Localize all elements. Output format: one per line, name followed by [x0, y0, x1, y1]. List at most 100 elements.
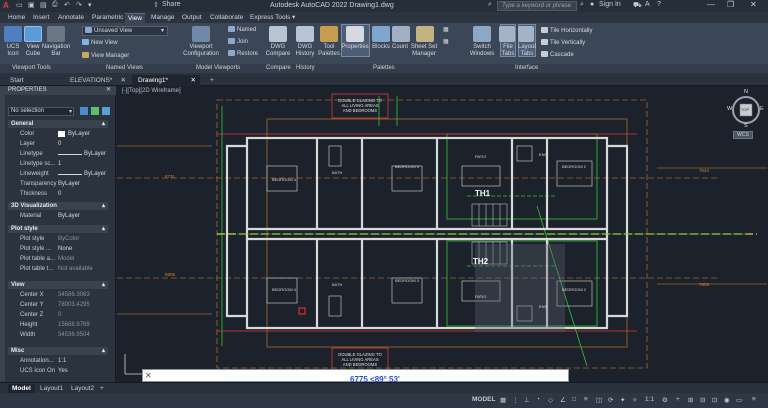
tab-view[interactable]: View [125, 13, 145, 23]
share-button[interactable]: Share [162, 1, 181, 8]
section-view[interactable]: View ▴ [8, 281, 108, 289]
prop-row[interactable]: Layer 0 [8, 139, 108, 149]
viewport-configuration-button[interactable]: Viewport Configuration [180, 44, 222, 58]
tab-insert[interactable]: Insert [30, 13, 52, 22]
drawing-canvas[interactable]: DOUBLE GLAZING TO ALL LIVING AREAS AND B… [117, 86, 768, 382]
cascade-button[interactable]: Cascade [541, 51, 574, 59]
navigation-bar-button[interactable]: Navigation Bar [40, 44, 72, 58]
named-view-dropdown[interactable]: Unsaved View ▾ [82, 26, 168, 36]
panel-title-viewport-tools[interactable]: Viewport Tools [12, 65, 51, 71]
tool-palettes-icon[interactable] [320, 26, 338, 42]
share-icon[interactable]: ⇧ [153, 1, 159, 9]
clean-screen-icon[interactable]: ▭ [736, 396, 742, 404]
view-manager-button[interactable]: View Manager [82, 52, 129, 60]
layout-tabs-button[interactable]: Layout Tabs [516, 44, 538, 58]
sign-in-button[interactable]: Sign In [599, 1, 621, 8]
ucs-icon-icon[interactable] [4, 26, 22, 42]
selection-dropdown[interactable]: No selection [8, 107, 74, 116]
prop-row[interactable]: Linetype sc... 1 [8, 159, 108, 169]
prop-row[interactable]: Material ByLayer [8, 211, 108, 221]
annotation-visibility-icon[interactable]: ✦ [620, 396, 625, 404]
autodesk-a360-icon[interactable]: A [645, 1, 650, 8]
tab-output[interactable]: Output [179, 13, 205, 22]
search-icon[interactable]: ⌕ [580, 1, 584, 9]
object-snap-icon[interactable]: □ [572, 396, 576, 403]
compass-east[interactable]: E [760, 106, 764, 112]
ribbon-minimize-icon[interactable]: ▾ [289, 13, 298, 22]
chevron-down-icon[interactable]: ▾ [69, 108, 72, 115]
file-tabs-button[interactable]: File Tabs [499, 44, 517, 58]
sheet-set-manager-button[interactable]: Sheet Set Manager [408, 44, 440, 58]
prop-row[interactable]: Width 34536.9504 [8, 330, 108, 340]
lock-ui-icon[interactable]: ⊡ [712, 396, 717, 404]
prop-row[interactable]: Transparency ByLayer [8, 179, 108, 189]
tab-parametric[interactable]: Parametric [89, 13, 126, 22]
polar-icon[interactable]: ◔ [536, 396, 540, 403]
prop-row[interactable]: Annotation... 1:1 [8, 356, 108, 366]
panel-title-model-viewports[interactable]: Model Viewports [196, 65, 240, 71]
section-general[interactable]: General ▴ [8, 120, 108, 128]
tool-palettes-button[interactable]: Tool Palettes [316, 44, 342, 58]
prop-row[interactable]: Center Y 78003.4295 [8, 300, 108, 310]
sheet-set-manager-icon[interactable] [416, 26, 434, 42]
tab-collaborate[interactable]: Collaborate [207, 13, 246, 22]
section-plot-style[interactable]: Plot style ▴ [8, 225, 108, 233]
auto-scale-icon[interactable]: ✧ [632, 396, 637, 404]
units-icon[interactable]: ⊞ [688, 396, 693, 404]
annotation-scale-button[interactable]: 1:1 [645, 396, 654, 403]
properties-header[interactable]: PROPERTIES [0, 86, 116, 95]
compass-west[interactable]: W [727, 106, 732, 112]
osnap-tracking-icon[interactable]: ∠ [560, 396, 566, 404]
minimize-button[interactable]: — [707, 0, 715, 9]
compass-south[interactable]: S [744, 123, 748, 129]
isodraft-icon[interactable]: ◇ [548, 396, 553, 404]
plot-icon[interactable]: ⎙ [52, 1, 58, 9]
prop-row[interactable]: Thickness 0 [8, 189, 108, 199]
prop-row[interactable]: Plot style ... None [8, 244, 108, 254]
navigation-bar-icon[interactable] [47, 26, 65, 42]
undo-icon[interactable]: ↶ [64, 1, 70, 9]
section-3d-visualization[interactable]: 3D Visualization ▴ [8, 202, 108, 210]
prop-row[interactable]: Linetype ByLayer [8, 149, 108, 159]
layout-tab-model[interactable]: Model [8, 384, 35, 393]
redo-icon[interactable]: ↷ [76, 1, 82, 9]
new-view-button[interactable]: New View [82, 39, 118, 47]
view-cube-icon[interactable] [24, 26, 42, 42]
cart-icon[interactable]: ⛟ [633, 1, 642, 10]
wcs-menu[interactable]: WCS [733, 131, 753, 139]
dwg-history-icon[interactable] [296, 26, 314, 42]
switch-windows-icon[interactable] [473, 26, 491, 42]
join-button[interactable]: Join [228, 38, 248, 46]
quick-properties-icon[interactable]: ⊟ [700, 396, 705, 404]
layout-tab-layout1[interactable]: Layout1 [36, 384, 67, 393]
dwg-compare-button[interactable]: DWG Compare [264, 44, 292, 58]
view-cube[interactable]: N S E W TOP [727, 89, 765, 130]
prop-row[interactable]: Plot table a... Model [8, 254, 108, 264]
save-as-icon[interactable]: ▤ [40, 1, 47, 9]
dwg-compare-icon[interactable] [269, 26, 287, 42]
restore-button[interactable]: ❐ [727, 0, 734, 9]
prop-row[interactable]: Plot table t... Not available [8, 264, 108, 274]
prop-row[interactable]: Lineweight ByLayer [8, 169, 108, 179]
open-icon[interactable]: ▭ [16, 1, 23, 9]
panel-title-named-views[interactable]: Named Views [106, 65, 143, 71]
new-tab-icon[interactable]: + [204, 75, 220, 86]
tab-express-tools[interactable]: Express Tools [247, 13, 293, 22]
file-tab-elevations[interactable]: ELEVATIONS* ✕ [64, 75, 130, 86]
palette-close-icon[interactable]: ✕ [106, 86, 111, 93]
palettes-extra-icon[interactable]: ▦ [443, 38, 449, 46]
quick-select-icon[interactable] [102, 107, 110, 115]
grid-icon[interactable]: ▦ [500, 396, 506, 404]
save-icon[interactable]: ▣ [28, 1, 35, 9]
floor-plan-drawing[interactable]: DOUBLE GLAZING TO ALL LIVING AREAS AND B… [117, 86, 768, 382]
prop-row[interactable]: Height 15688.9769 [8, 320, 108, 330]
toggle-pickadd-icon[interactable] [80, 107, 88, 115]
close-tab-icon[interactable]: ✕ [191, 76, 196, 85]
help-search-input[interactable]: Type a keyword or phrase [497, 1, 577, 11]
add-layout-icon[interactable]: + [96, 384, 108, 393]
customize-qat-icon[interactable]: ▾ [88, 1, 92, 9]
count-icon[interactable] [392, 26, 410, 42]
tab-annotate[interactable]: Annotate [55, 13, 87, 22]
viewcube-top-face[interactable]: TOP [741, 107, 749, 112]
customization-menu-icon[interactable]: ≡ [752, 396, 756, 403]
